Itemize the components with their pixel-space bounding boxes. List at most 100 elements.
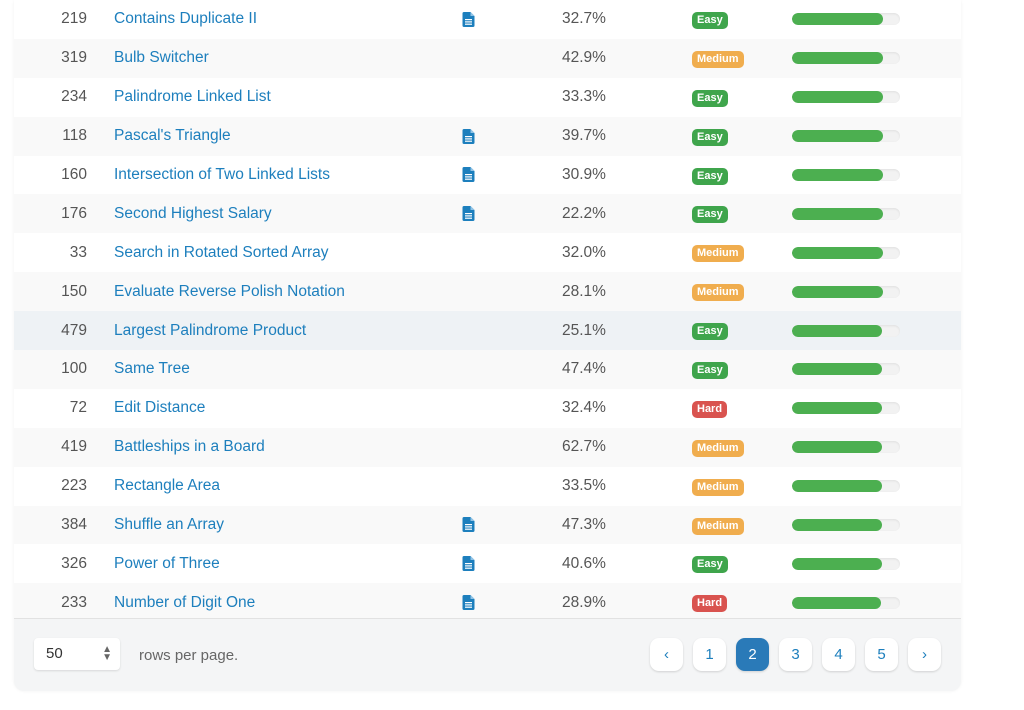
frequency-bar [792,246,900,259]
problem-id: 150 [14,272,114,312]
acceptance-rate: 40.6% [562,554,606,572]
frequency-bar-fill [792,441,882,454]
problem-id: 176 [14,194,114,234]
solution-document-icon[interactable] [462,595,475,611]
page-button-3[interactable]: 3 [779,638,812,671]
problem-id: 479 [14,311,114,351]
solution-cell [462,311,562,351]
problem-title-link[interactable]: Pascal's Triangle [114,127,231,144]
acceptance-rate: 32.7% [562,10,606,28]
page-button-4[interactable]: 4 [822,638,855,671]
acceptance-rate: 33.5% [562,477,606,495]
table-row: 223 Rectangle Area 33.5% Medium [14,467,961,506]
acceptance-rate: 22.2% [562,194,692,234]
solution-cell [462,233,562,272]
problem-id: 233 [14,583,114,623]
rows-per-page-select[interactable]: 50 ▲ ▼ [34,638,120,670]
frequency-bar [792,557,900,570]
acceptance-rate: 32.4% [562,399,606,417]
problem-id: 33 [69,243,87,261]
frequency-bar-fill [792,246,883,259]
problem-title-link[interactable]: Search in Rotated Sorted Array [114,244,329,261]
page-button-5[interactable]: 5 [865,638,898,671]
solution-cell [462,194,562,234]
solution-cell [462,544,562,583]
difficulty-badge: Medium [692,245,744,263]
difficulty-badge: Easy [692,89,728,107]
difficulty-badge: Medium [692,284,744,302]
problem-title-link[interactable]: Edit Distance [114,399,205,416]
problem-title-link[interactable]: Intersection of Two Linked Lists [114,166,330,183]
next-page-button[interactable]: › [908,638,941,671]
solution-document-icon[interactable] [462,556,475,572]
page-button-1[interactable]: 1 [693,638,726,671]
solution-document-icon[interactable] [462,167,475,183]
frequency-bar [792,91,900,104]
acceptance-rate: 39.7% [562,116,692,156]
frequency-bar-fill [792,596,881,609]
difficulty-badge: Medium [692,478,744,496]
problem-id: 319 [14,38,114,78]
table-row: 384 Shuffle an Array 47.3% Medium [14,505,961,545]
problem-title-link[interactable]: Power of Three [114,555,220,572]
solution-cell [462,350,562,389]
problem-id: 326 [61,554,87,572]
prev-page-button[interactable]: ‹ [650,638,683,671]
frequency-bar [792,13,900,26]
frequency-bar-fill [792,91,883,104]
frequency-bar [792,519,900,532]
problem-title-link[interactable]: Second Highest Salary [114,205,272,222]
frequency-bar [792,52,900,65]
solution-cell [462,0,562,39]
frequency-bar [792,324,900,337]
select-arrows-icon: ▲ ▼ [102,644,112,663]
difficulty-badge: Hard [692,595,728,613]
table-row: 160 Intersection of Two Linked Lists 30.9%… [14,156,961,195]
acceptance-rate: 42.9% [562,38,692,78]
problem-title-link[interactable]: Palindrome Linked List [114,88,271,105]
problem-id: 160 [61,166,87,183]
frequency-bar-fill [792,169,883,181]
solution-cell [462,467,562,506]
solution-cell [462,116,562,156]
page-button-2[interactable]: 2 [736,638,769,671]
problem-title-link[interactable]: Same Tree [114,360,190,377]
problem-title-link[interactable]: Largest Palindrome Product [114,322,306,339]
problem-title-link[interactable]: Battleships in a Board [114,438,265,455]
difficulty-badge: Easy [692,323,728,341]
table-row: 72 Edit Distance 32.4% Hard [14,389,961,428]
difficulty-badge: Easy [692,361,728,379]
difficulty-badge: Hard [692,400,728,418]
solution-cell [462,427,562,467]
acceptance-rate: 28.1% [562,272,692,312]
problem-title-link[interactable]: Rectangle Area [114,477,220,494]
frequency-bar [792,130,900,143]
solution-document-icon[interactable] [462,517,475,533]
problem-title-link[interactable]: Shuffle an Array [114,516,224,533]
solution-cell [462,38,562,78]
problem-id: 72 [69,399,87,417]
solution-document-icon[interactable] [462,128,475,144]
rows-per-page-value: 50 [46,645,63,662]
table-row: 33 Search in Rotated Sorted Array 32.0% Med… [14,233,961,272]
table-row: 326 Power of Three 40.6% Easy [14,544,961,583]
frequency-bar-fill [792,324,882,337]
frequency-bar-fill [792,519,882,532]
problem-title-link[interactable]: Contains Duplicate II [114,10,257,27]
solution-document-icon[interactable] [462,11,475,27]
problems-table-panel: 219 Contains Duplicate II 32.7% Easy 319 Bulb… [14,0,961,691]
frequency-bar-fill [792,52,883,65]
difficulty-badge: Medium [692,517,744,535]
solution-cell [462,78,562,117]
frequency-bar-fill [792,363,882,376]
solution-document-icon[interactable] [462,206,475,222]
problem-id: 118 [14,116,114,156]
problem-title-link[interactable]: Bulb Switcher [114,49,209,66]
table-row: 150 Evaluate Reverse Polish Notation 28.1%… [14,272,961,312]
difficulty-badge: Medium [692,50,744,68]
frequency-bar-fill [792,130,883,143]
problem-title-link[interactable]: Evaluate Reverse Polish Notation [114,283,345,300]
problem-title-link[interactable]: Number of Digit One [114,594,255,611]
acceptance-rate: 62.7% [562,427,692,467]
rows-per-page-label: rows per page. [139,647,239,664]
